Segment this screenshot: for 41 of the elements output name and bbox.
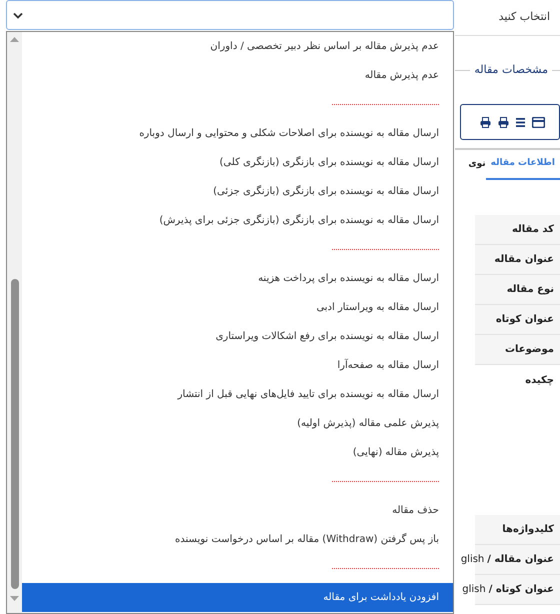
field-name: نوع مقاله (506, 283, 554, 297)
menu-icon[interactable] (516, 118, 525, 126)
chevron-down-icon (13, 12, 23, 18)
field-name: کلیدواژه‌ها (502, 523, 554, 537)
dropdown-option[interactable]: باز پس گرفتن (Withdraw) مقاله بر اساس درخواست نویسنده (22, 525, 453, 554)
dropdown-option[interactable]: حذف مقاله (22, 496, 453, 525)
dropdown-option[interactable]: ارسال مقاله به نویسنده برای پرداخت هزینه (22, 264, 453, 293)
field-value: glish (460, 553, 484, 567)
dropdown-option[interactable]: افزودن یادداشت برای مقاله (22, 583, 453, 612)
dropdown-option[interactable]: ارسال مقاله به نویسنده برای بازنگری (بازنگری جزئی برای پذیرش) (22, 206, 453, 235)
scrollbar[interactable] (7, 32, 22, 613)
dropdown-option[interactable]: ارسال مقاله به نویسنده برای تایید فایل‌های نهایی قبل از انتشار (22, 380, 453, 409)
tab[interactable]: نوی (466, 150, 486, 180)
dropdown-option[interactable]: ارسال مقاله به نویسنده برای بازنگری (بازنگری کلی) (22, 148, 453, 177)
dropdown-option[interactable]: پذیرش مقاله (نهایی) (22, 438, 453, 467)
scroll-thumb[interactable] (10, 279, 18, 589)
field-name: عنوان مقاله / (487, 553, 554, 567)
dropdown-option[interactable]: ارسال مقاله به نویسنده برای بازنگری (بازنگری جزئی) (22, 177, 453, 206)
scroll-down-icon[interactable] (10, 596, 19, 601)
print-icon[interactable] (480, 116, 491, 128)
field-name: عنوان کوتاه (496, 313, 554, 327)
dropdown-option[interactable]: ارسال مقاله به ویراستار ادبی (22, 293, 453, 322)
dropdown-option[interactable]: پذیرش علمی مقاله (پذیرش اولیه) (22, 409, 453, 438)
dropdown-option[interactable]: ارسال مقاله به نویسنده برای رفع اشکالات ویراستاری (22, 322, 453, 351)
tab[interactable]: اطلاعات مقاله (486, 150, 560, 180)
field-name: چکیده (525, 374, 554, 388)
field-name: عنوان کوتاه / (488, 583, 554, 597)
dropdown-option[interactable]: عدم پذیرش مقاله (22, 61, 453, 90)
field-name: کد مقاله (512, 223, 554, 237)
field-name: موضوعات (504, 343, 554, 357)
print-icon[interactable] (498, 116, 509, 128)
field-name: عنوان مقاله (494, 253, 554, 267)
dropdown-option[interactable]: ارسال مقاله به نویسنده برای اصلاحات شکلی و محتوایی و ارسال دوباره (22, 119, 453, 148)
dropdown-option[interactable]: عدم پذیرش مقاله بر اساس نظر دبیر تخصصی / داوران (22, 32, 453, 61)
field-label: انتخاب کنید (498, 9, 550, 26)
select-field[interactable] (6, 0, 454, 30)
scroll-up-icon[interactable] (10, 37, 19, 42)
section-title: مشخصات مقاله (473, 62, 549, 78)
dropdown-option[interactable]: ارسال مقاله به صفحه‌آرا (22, 351, 453, 380)
card-icon[interactable] (532, 116, 545, 128)
field-value: glish (462, 583, 486, 597)
